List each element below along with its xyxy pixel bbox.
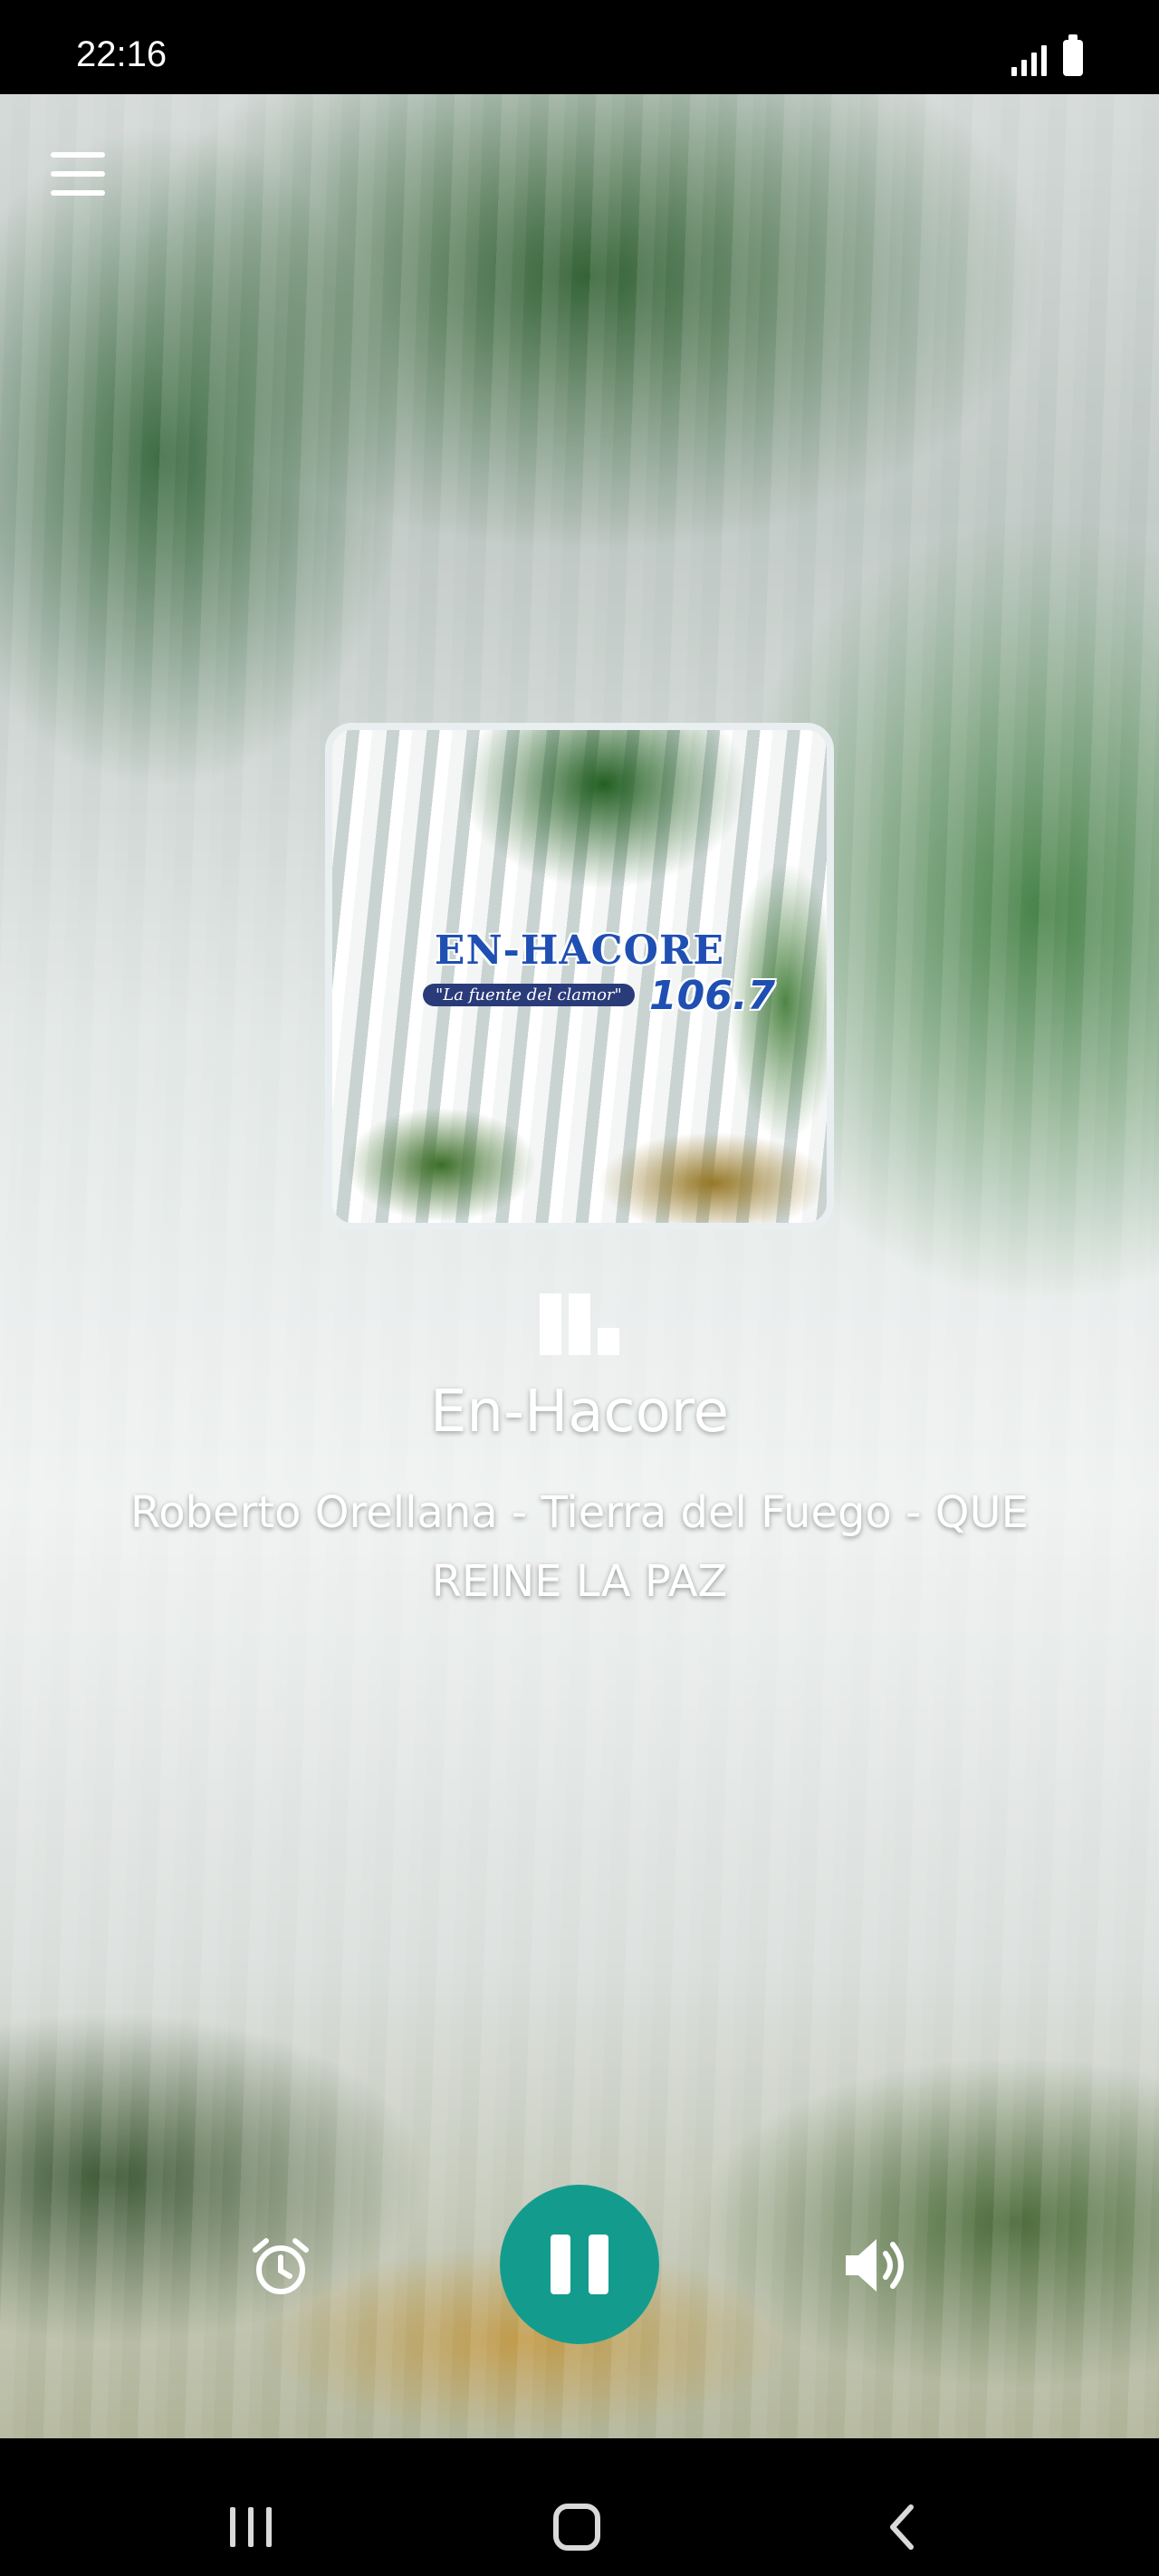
back-icon[interactable] — [887, 2504, 916, 2551]
status-bar: 22:16 — [0, 0, 1159, 94]
volume-icon[interactable] — [842, 2234, 911, 2297]
home-icon[interactable] — [553, 2504, 600, 2551]
hamburger-menu-icon[interactable] — [51, 152, 105, 196]
battery-icon — [1063, 34, 1083, 76]
station-artwork: EN-HACORE "La fuente del clamor" 106.7 — [325, 723, 834, 1230]
logo-tagline: "La fuente del clamor" — [423, 984, 635, 1006]
background-image — [0, 94, 1159, 2438]
logo-text: EN-HACORE — [434, 928, 725, 974]
status-time: 22:16 — [76, 34, 168, 74]
status-icons — [1011, 34, 1083, 76]
track-title-line-1: Roberto Orellana - Tierra del Fuego - QU… — [130, 1487, 1029, 1538]
pause-button[interactable] — [500, 2185, 659, 2344]
pause-icon — [551, 2235, 570, 2294]
alarm-clock-icon[interactable] — [248, 2234, 313, 2299]
signal-icon — [1011, 43, 1047, 76]
logo-frequency: 106.7 — [649, 973, 776, 1019]
waterfall-texture — [0, 94, 1159, 2438]
station-name: En-Hacore — [429, 1379, 730, 1446]
track-title: Roberto Orellana - Tierra del Fuego - QU… — [63, 1478, 1096, 1616]
track-title-line-2: REINE LA PAZ — [431, 1556, 728, 1607]
recent-apps-icon[interactable] — [230, 2507, 272, 2547]
equalizer-bars-icon — [540, 1293, 619, 1355]
